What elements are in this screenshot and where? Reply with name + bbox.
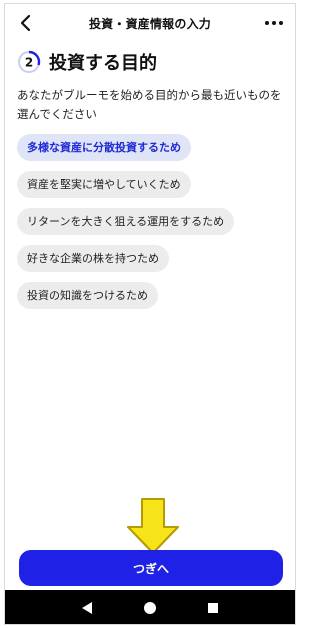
back-button[interactable] [15, 12, 37, 34]
system-nav-bar [5, 590, 295, 624]
top-bar: 投資・資産情報の入力 [5, 4, 295, 42]
app-screen: 投資・資産情報の入力 2 投資する目的 あなたがブルーモを始める目的から最も近い… [4, 3, 296, 625]
down-arrow-annotation-icon [127, 498, 179, 554]
option-chip-knowledge[interactable]: 投資の知識をつけるため [17, 282, 158, 309]
nav-home-button[interactable] [142, 600, 158, 616]
option-chip-steady-growth[interactable]: 資産を堅実に増やしていくため [17, 171, 191, 198]
nav-back-button[interactable] [79, 600, 95, 616]
option-chip-favorite-stocks[interactable]: 好きな企業の株を持つため [17, 245, 169, 272]
step-header: 2 投資する目的 [17, 48, 157, 76]
option-chip-high-return[interactable]: リターンを大きく狙える運用をするため [17, 208, 235, 235]
next-button[interactable]: つぎへ [19, 550, 283, 586]
more-menu-button[interactable] [261, 12, 287, 34]
nav-recents-button[interactable] [205, 600, 221, 616]
step-progress-icon: 2 [18, 50, 41, 73]
purpose-options: 多様な資産に分散投資するため 資産を堅実に増やしていくため リターンを大きく狙え… [17, 134, 289, 319]
circle-home-icon [143, 602, 156, 614]
step-number: 2 [25, 56, 33, 70]
chevron-left-icon [20, 14, 31, 32]
square-recents-icon [208, 603, 219, 613]
step-title: 投資する目的 [49, 53, 157, 74]
more-horizontal-icon [265, 21, 283, 25]
instruction-text: あなたがブルーモを始める目的から最も近いものを選んでください [17, 88, 282, 121]
option-chip-diversify[interactable]: 多様な資産に分散投資するため [17, 134, 191, 161]
page-title: 投資・資産情報の入力 [88, 16, 211, 31]
triangle-back-icon [81, 602, 92, 614]
